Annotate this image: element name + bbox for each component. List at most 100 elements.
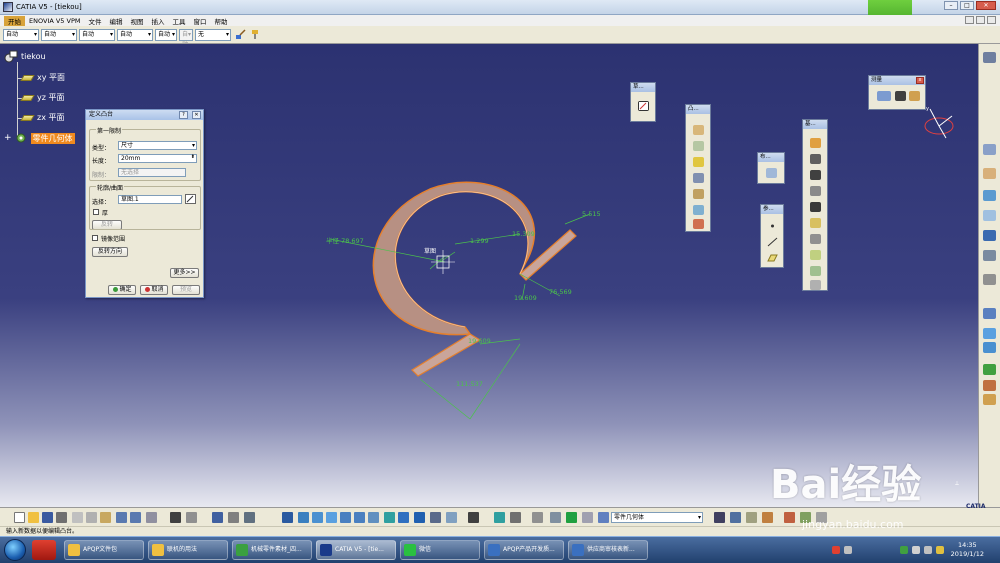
dim-1[interactable]: 15.309 bbox=[512, 230, 535, 238]
spec-icon[interactable] bbox=[983, 308, 996, 319]
reverse-direction-button[interactable]: 反转方向 bbox=[92, 247, 128, 257]
render-icon[interactable] bbox=[730, 512, 741, 523]
menu-enovia[interactable]: ENOVIA V5 VPM bbox=[25, 17, 84, 25]
shell-icon[interactable] bbox=[810, 186, 821, 196]
taskbar-item-supplier[interactable]: 供应商审核表新... bbox=[568, 540, 648, 560]
swap-space-icon[interactable] bbox=[446, 512, 457, 523]
tray-network-icon[interactable] bbox=[912, 546, 920, 554]
menu-help[interactable]: 帮助 bbox=[210, 16, 231, 26]
dimension-icon[interactable] bbox=[550, 512, 561, 523]
table-icon[interactable] bbox=[212, 512, 223, 523]
start-button[interactable] bbox=[4, 539, 26, 561]
mirror-icon[interactable] bbox=[810, 266, 821, 276]
ok-button[interactable]: 确定 bbox=[108, 285, 136, 295]
new-file-icon[interactable] bbox=[14, 512, 25, 523]
whats-this-icon[interactable] bbox=[146, 512, 157, 523]
hide-show-icon[interactable] bbox=[430, 512, 441, 523]
menu-view[interactable]: 视图 bbox=[126, 16, 147, 26]
fit-all-icon[interactable] bbox=[298, 512, 309, 523]
groove-icon[interactable] bbox=[693, 173, 704, 183]
close-toolbar-icon[interactable]: x bbox=[916, 77, 924, 84]
tree-item-zx-plane[interactable]: zx 平面 bbox=[20, 112, 64, 123]
normal-view-icon[interactable] bbox=[368, 512, 379, 523]
pocket-icon[interactable] bbox=[693, 141, 704, 151]
fillet-icon[interactable] bbox=[810, 138, 821, 148]
preview-button[interactable]: 预览 bbox=[172, 285, 200, 295]
maximize-button[interactable]: □ bbox=[960, 1, 974, 10]
taskbar-item-usage[interactable]: 联机的用法 bbox=[148, 540, 228, 560]
tray-security-icon[interactable] bbox=[900, 546, 908, 554]
tree-item-yz-plane[interactable]: yz 平面 bbox=[20, 92, 64, 103]
render-style-dropdown[interactable]: 自动 bbox=[179, 28, 193, 48]
remove-face-icon[interactable] bbox=[810, 234, 821, 244]
close-button[interactable]: ✕ bbox=[976, 1, 996, 10]
menu-edit[interactable]: 编辑 bbox=[105, 16, 126, 26]
line-icon[interactable] bbox=[767, 237, 778, 247]
cylinder-icon[interactable] bbox=[582, 512, 593, 523]
menu-tools[interactable]: 工具 bbox=[168, 16, 189, 26]
print-icon[interactable] bbox=[56, 512, 67, 523]
help-button[interactable]: ? bbox=[179, 111, 188, 119]
current-body-select[interactable]: 零件几何体 bbox=[611, 512, 703, 523]
pan-icon[interactable] bbox=[312, 512, 323, 523]
draft-icon[interactable] bbox=[810, 170, 821, 180]
doc-close-button[interactable] bbox=[987, 16, 996, 24]
color-icon[interactable] bbox=[784, 512, 795, 523]
dim-6[interactable]: 111.537 bbox=[456, 380, 483, 388]
pad-icon[interactable] bbox=[693, 125, 704, 135]
taskbar-item-apqp[interactable]: APQP文件包 bbox=[64, 540, 144, 560]
taskbar-item-wechat[interactable]: 微信 bbox=[400, 540, 480, 560]
line-weight-dropdown[interactable]: 自动 bbox=[79, 28, 115, 41]
dim-5[interactable]: 19.609 bbox=[468, 337, 491, 345]
save-icon[interactable] bbox=[42, 512, 53, 523]
cut-icon[interactable] bbox=[72, 512, 83, 523]
cancel-button[interactable]: 取消 bbox=[140, 285, 168, 295]
zoom-in-icon[interactable] bbox=[340, 512, 351, 523]
paint-brush-icon[interactable] bbox=[235, 29, 246, 40]
dim-7[interactable]: 1.299 bbox=[470, 237, 489, 245]
sketch-edit-icon[interactable] bbox=[185, 194, 196, 204]
chamfer-icon[interactable] bbox=[810, 154, 821, 164]
pad-shortcut-icon[interactable] bbox=[983, 168, 996, 179]
thickness-icon[interactable] bbox=[810, 202, 821, 212]
shaft-icon[interactable] bbox=[693, 157, 704, 167]
compass-icon[interactable]: y bbox=[916, 104, 962, 144]
copy-icon[interactable] bbox=[86, 512, 97, 523]
tree-item-xy-plane[interactable]: xy 平面 bbox=[20, 72, 65, 83]
transparency-dropdown[interactable]: 自动 bbox=[41, 28, 77, 41]
thick-checkbox[interactable] bbox=[93, 209, 99, 215]
taskbar-item-apqp-doc[interactable]: APQP产品开发质... bbox=[484, 540, 564, 560]
plane-shortcut-icon[interactable] bbox=[983, 342, 996, 353]
apply-icon[interactable] bbox=[983, 380, 996, 391]
menu-file[interactable]: 文件 bbox=[84, 16, 105, 26]
rotate-view-icon[interactable] bbox=[326, 512, 337, 523]
tray-flag-icon[interactable] bbox=[936, 546, 944, 554]
rib-icon[interactable] bbox=[693, 205, 704, 215]
paste-icon[interactable] bbox=[100, 512, 111, 523]
axis-icon[interactable] bbox=[983, 274, 996, 285]
open-folder-icon[interactable] bbox=[28, 512, 39, 523]
pattern-icon[interactable] bbox=[810, 280, 821, 290]
doc-minimize-button[interactable] bbox=[965, 16, 974, 24]
tray-input-icon[interactable] bbox=[844, 546, 852, 554]
insert-body-icon[interactable] bbox=[766, 168, 777, 178]
expand-plus-icon[interactable]: + bbox=[4, 133, 12, 143]
zoom-out-icon[interactable] bbox=[354, 512, 365, 523]
stepper-icon[interactable]: ⬍ bbox=[191, 154, 195, 161]
tray-volume-icon[interactable] bbox=[924, 546, 932, 554]
view-icon[interactable] bbox=[983, 190, 996, 201]
taskbar-item-catia[interactable]: CATIA V5 - [tie... bbox=[316, 540, 396, 560]
menu-window[interactable]: 窗口 bbox=[189, 16, 210, 26]
doc-restore-button[interactable] bbox=[976, 16, 985, 24]
annotation-icon[interactable] bbox=[186, 512, 197, 523]
apply-material-icon[interactable] bbox=[762, 512, 773, 523]
tray-app-icon[interactable] bbox=[832, 546, 840, 554]
color-dropdown[interactable]: 自动 bbox=[3, 28, 39, 41]
menu-insert[interactable]: 插入 bbox=[147, 16, 168, 26]
measure-shortcut-icon[interactable] bbox=[983, 394, 996, 405]
constraint-icon[interactable] bbox=[494, 512, 505, 523]
minimize-button[interactable]: – bbox=[944, 1, 958, 10]
body-select-icon[interactable] bbox=[598, 512, 609, 523]
type-select[interactable]: 尺寸 ▾ bbox=[118, 141, 197, 150]
tree-root[interactable]: tiekou bbox=[4, 50, 46, 63]
